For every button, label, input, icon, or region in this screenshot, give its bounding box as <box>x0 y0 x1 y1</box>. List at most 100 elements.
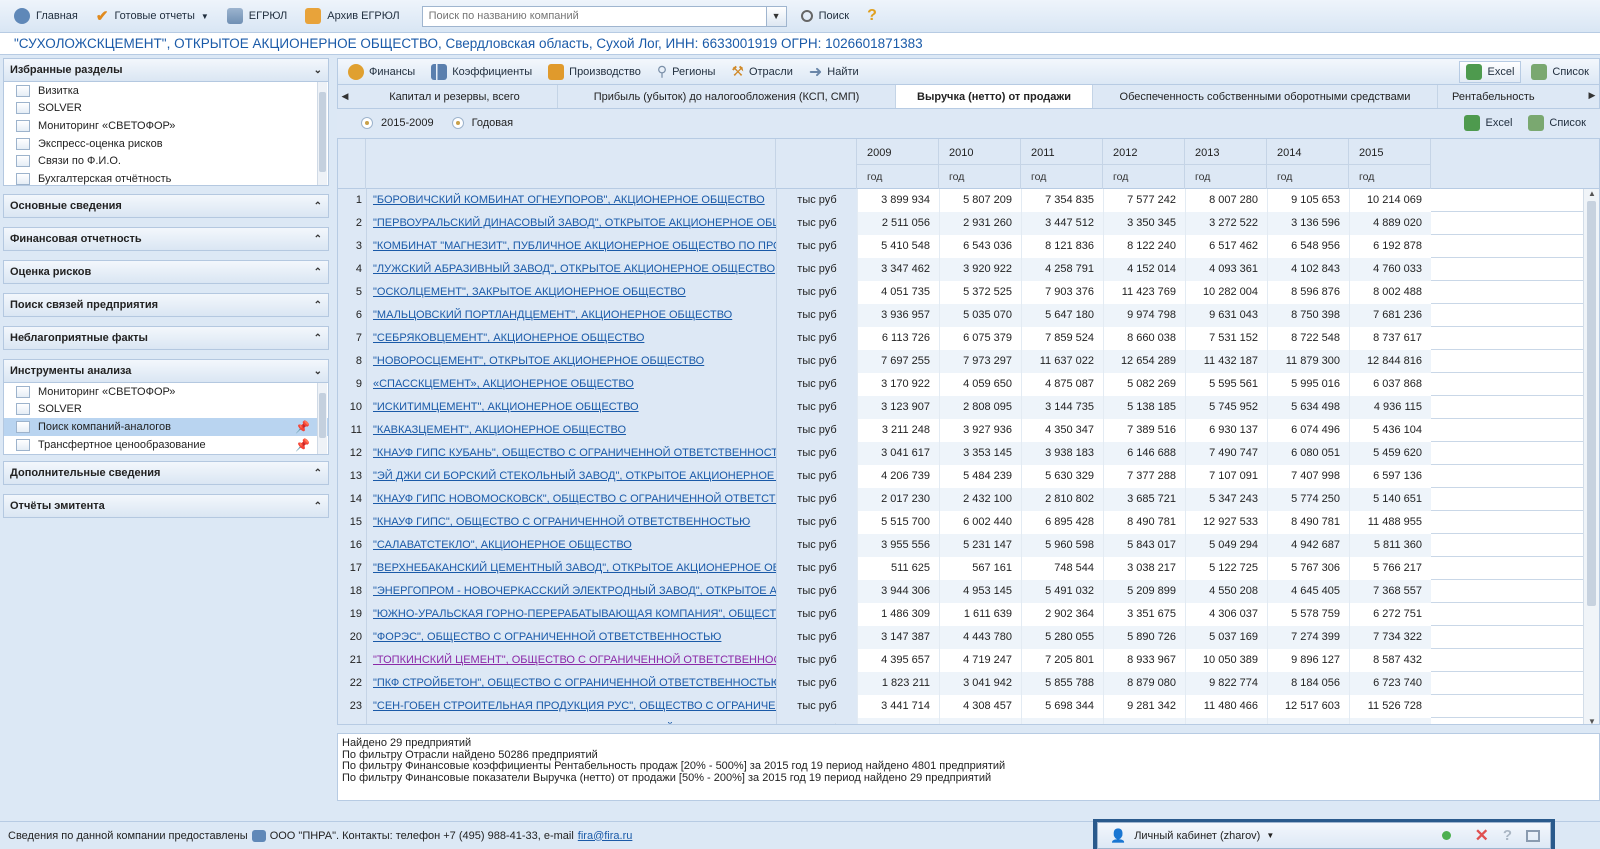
table-row[interactable]: 13 "ЭЙ ДЖИ СИ БОРСКИЙ СТЕКОЛЬНЫЙ ЗАВОД", … <box>338 465 1583 488</box>
company-link[interactable]: "ИСКИТИМЦЕМЕНТ", АКЦИОНЕРНОЕ ОБЩЕСТВО <box>366 396 776 419</box>
search-dropdown-button[interactable]: ▼ <box>765 6 786 26</box>
company-link[interactable]: "КНАУФ ГИПС НОВОМОСКОВСК", ОБЩЕСТВО С ОГ… <box>366 488 776 511</box>
find-button[interactable]: ➜ Найти <box>809 62 859 82</box>
table-row[interactable]: 20 "ФОРЭС", ОБЩЕСТВО С ОГРАНИЧЕННОЙ ОТВЕТ… <box>338 626 1583 649</box>
table-row[interactable]: 4 "ЛУЖСКИЙ АБРАЗИВНЫЙ ЗАВОД", ОТКРЫТОЕ АК… <box>338 258 1583 281</box>
archive-egrul-button[interactable]: Архив ЕГРЮЛ <box>305 8 400 24</box>
favorites-item[interactable]: Визитка <box>4 82 328 100</box>
favorites-item[interactable]: Экспресс-оценка рисков <box>4 135 328 153</box>
excel-export-button-2[interactable]: Excel <box>1458 112 1518 134</box>
cabinet-label[interactable]: Личный кабинет (zharov) <box>1134 830 1260 842</box>
list-export-button[interactable]: Список <box>1525 61 1595 83</box>
table-row[interactable]: 2 "ПЕРВОУРАЛЬСКИЙ ДИНАСОВЫЙ ЗАВОД", ОТКРЫ… <box>338 212 1583 235</box>
header-year-col[interactable]: 2010 год <box>939 139 1021 189</box>
table-row[interactable]: 22 "ПКФ СТРОЙБЕТОН", ОБЩЕСТВО С ОГРАНИЧЕН… <box>338 672 1583 695</box>
header-year-col[interactable]: 2009 год <box>857 139 939 189</box>
favorites-scrollbar[interactable] <box>317 82 327 185</box>
tools-scrollbar[interactable] <box>317 383 327 454</box>
company-link[interactable]: "ЛУЖСКИЙ АБРАЗИВНЫЙ ЗАВОД", ОТКРЫТОЕ АКЦ… <box>366 258 776 281</box>
tab-working-capital[interactable]: Обеспеченность собственными оборотными с… <box>1093 85 1438 108</box>
company-link[interactable]: "КНАУФ ГИПС КУБАНЬ", ОБЩЕСТВО С ОГРАНИЧЕ… <box>366 442 776 465</box>
table-row[interactable]: 24"ХЕНКЕЛЬ БАУТЕХНИК", ОБЩЕСТВО С ОГРАНИ… <box>338 718 1583 724</box>
favorites-item[interactable]: SOLVER <box>4 100 328 118</box>
header-year-col[interactable]: 2015 год <box>1349 139 1431 189</box>
header-year-col[interactable]: 2013 год <box>1185 139 1267 189</box>
company-link[interactable]: "ХЕНКЕЛЬ БАУТЕХНИК", ОБЩЕСТВО С ОГРАНИЧЕ… <box>366 718 776 724</box>
table-row[interactable]: 8 "НОВОРОСЦЕМЕНТ", ОТКРЫТОЕ АКЦИОНЕРНОЕ О… <box>338 350 1583 373</box>
header-year-col[interactable]: 2011 год <box>1021 139 1103 189</box>
regions-button[interactable]: ⚲ Регионы <box>657 63 716 80</box>
company-link[interactable]: "ЭЙ ДЖИ СИ БОРСКИЙ СТЕКОЛЬНЫЙ ЗАВОД", ОТ… <box>366 465 776 488</box>
company-link[interactable]: "МАЛЬЦОВСКИЙ ПОРТЛАНДЦЕМЕНТ", АКЦИОНЕРНО… <box>366 304 776 327</box>
search-button[interactable]: Поиск <box>800 10 849 22</box>
help-icon[interactable]: ? <box>1503 827 1512 844</box>
tools-header[interactable]: Инструменты анализа ⌄ <box>3 359 329 383</box>
company-link[interactable]: "ПКФ СТРОЙБЕТОН", ОБЩЕСТВО С ОГРАНИЧЕННО… <box>366 672 776 695</box>
table-row[interactable]: 11 "КАВКАЗЦЕМЕНТ", АКЦИОНЕРНОЕ ОБЩЕСТВО ты… <box>338 419 1583 442</box>
table-row[interactable]: 21 "ТОПКИНСКИЙ ЦЕМЕНТ", ОБЩЕСТВО С ОГРАНИ… <box>338 649 1583 672</box>
company-link[interactable]: "НОВОРОСЦЕМЕНТ", ОТКРЫТОЕ АКЦИОНЕРНОЕ ОБ… <box>366 350 776 373</box>
header-year-col[interactable]: 2012 год <box>1103 139 1185 189</box>
dropdown-arrow-icon[interactable]: ▼ <box>1266 831 1274 840</box>
period-range-radio[interactable] <box>361 117 373 129</box>
company-link[interactable]: "ВЕРХНЕБАКАНСКИЙ ЦЕМЕНТНЫЙ ЗАВОД", ОТКРЫ… <box>366 557 776 580</box>
reports-button[interactable]: ✔ Готовые отчеты ▼ <box>96 7 209 25</box>
links-header[interactable]: Поиск связей предприятия ⌃ <box>3 293 329 317</box>
table-row[interactable]: 23 "СЕН-ГОБЕН СТРОИТЕЛЬНАЯ ПРОДУКЦИЯ РУС"… <box>338 695 1583 718</box>
company-link[interactable]: "ПЕРВОУРАЛЬСКИЙ ДИНАСОВЫЙ ЗАВОД", ОТКРЫТ… <box>366 212 776 235</box>
company-link[interactable]: "ЮЖНО-УРАЛЬСКАЯ ГОРНО-ПЕРЕРАБАТЫВАЮЩАЯ К… <box>366 603 776 626</box>
table-row[interactable]: 18 "ЭНЕРГОПРОМ - НОВОЧЕРКАССКИЙ ЭЛЕКТРОДН… <box>338 580 1583 603</box>
company-link[interactable]: "КНАУФ ГИПС", ОБЩЕСТВО С ОГРАНИЧЕННОЙ ОТ… <box>366 511 776 534</box>
tab-capital[interactable]: Капитал и резервы, всего <box>352 85 558 108</box>
company-link[interactable]: "ФОРЭС", ОБЩЕСТВО С ОГРАНИЧЕННОЙ ОТВЕТСТ… <box>366 626 776 649</box>
company-link[interactable]: "ТОПКИНСКИЙ ЦЕМЕНТ", ОБЩЕСТВО С ОГРАНИЧЕ… <box>366 649 776 672</box>
table-row[interactable]: 15 "КНАУФ ГИПС", ОБЩЕСТВО С ОГРАНИЧЕННОЙ … <box>338 511 1583 534</box>
tab-scroll-left-icon[interactable]: ◀ <box>338 91 352 102</box>
header-year-col[interactable]: 2014 год <box>1267 139 1349 189</box>
issuer-header[interactable]: Отчёты эмитента ⌃ <box>3 494 329 518</box>
favorites-item[interactable]: Связи по Ф.И.О. <box>4 152 328 170</box>
tab-profitability[interactable]: Рентабельность <box>1438 85 1549 108</box>
tab-profit[interactable]: Прибыль (убыток) до налогообложения (КСП… <box>558 85 896 108</box>
table-row[interactable]: 7 "СЕБРЯКОВЦЕМЕНТ", АКЦИОНЕРНОЕ ОБЩЕСТВО т… <box>338 327 1583 350</box>
tab-revenue[interactable]: Выручка (нетто) от продажи <box>896 85 1093 108</box>
coeffs-button[interactable]: Коэффициенты <box>431 63 532 80</box>
table-row[interactable]: 16 "САЛАВАТСТЕКЛО", АКЦИОНЕРНОЕ ОБЩЕСТВО т… <box>338 534 1583 557</box>
period-annual-radio[interactable] <box>451 117 464 129</box>
table-row[interactable]: 9 «СПАССКЦЕМЕНТ», АКЦИОНЕРНОЕ ОБЩЕСТВО тыс… <box>338 373 1583 396</box>
close-icon[interactable]: ✕ <box>1475 826 1489 846</box>
industries-button[interactable]: ⚒ Отрасли <box>731 63 792 80</box>
company-link[interactable]: "КАВКАЗЦЕМЕНТ", АКЦИОНЕРНОЕ ОБЩЕСТВО <box>366 419 776 442</box>
table-scrollbar[interactable]: ▲ ▼ <box>1583 189 1599 724</box>
company-link[interactable]: "КОМБИНАТ "МАГНЕЗИТ", ПУБЛИЧНОЕ АКЦИОНЕР… <box>366 235 776 258</box>
list-export-button-2[interactable]: Список <box>1522 112 1592 134</box>
company-search-input[interactable] <box>422 6 766 26</box>
table-row[interactable]: 17 "ВЕРХНЕБАКАНСКИЙ ЦЕМЕНТНЫЙ ЗАВОД", ОТК… <box>338 557 1583 580</box>
tools-item[interactable]: Мониторинг «СВЕТОФОР» <box>4 383 328 401</box>
table-row[interactable]: 6 "МАЛЬЦОВСКИЙ ПОРТЛАНДЦЕМЕНТ", АКЦИОНЕРН… <box>338 304 1583 327</box>
favorites-item[interactable]: Бухгалтерская отчётность <box>4 170 328 185</box>
table-row[interactable]: 12 "КНАУФ ГИПС КУБАНЬ", ОБЩЕСТВО С ОГРАНИ… <box>338 442 1583 465</box>
risk-header[interactable]: Оценка рисков ⌃ <box>3 260 329 284</box>
table-row[interactable]: 10 "ИСКИТИМЦЕМЕНТ", АКЦИОНЕРНОЕ ОБЩЕСТВО т… <box>338 396 1583 419</box>
tools-item[interactable]: Трансфертное ценообразование 📌 <box>4 436 328 454</box>
table-row[interactable]: 1 "БОРОВИЧСКИЙ КОМБИНАТ ОГНЕУПОРОВ", АКЦИ… <box>338 189 1583 212</box>
adverse-header[interactable]: Неблагоприятные факты ⌃ <box>3 326 329 350</box>
company-link[interactable]: "БОРОВИЧСКИЙ КОМБИНАТ ОГНЕУПОРОВ", АКЦИО… <box>366 189 776 212</box>
company-link[interactable]: "ЭНЕРГОПРОМ - НОВОЧЕРКАССКИЙ ЭЛЕКТРОДНЫЙ… <box>366 580 776 603</box>
company-link[interactable]: «СПАССКЦЕМЕНТ», АКЦИОНЕРНОЕ ОБЩЕСТВО <box>366 373 776 396</box>
favorites-header[interactable]: Избранные разделы ⌄ <box>3 58 329 82</box>
production-button[interactable]: Производство <box>548 63 641 80</box>
table-row[interactable]: 5 "ОСКОЛЦЕМЕНТ", ЗАКРЫТОЕ АКЦИОНЕРНОЕ ОБЩ… <box>338 281 1583 304</box>
company-link[interactable]: "СЕБРЯКОВЦЕМЕНТ", АКЦИОНЕРНОЕ ОБЩЕСТВО <box>366 327 776 350</box>
table-row[interactable]: 19 "ЮЖНО-УРАЛЬСКАЯ ГОРНО-ПЕРЕРАБАТЫВАЮЩАЯ… <box>338 603 1583 626</box>
tools-item[interactable]: SOLVER <box>4 401 328 419</box>
help-button[interactable]: ? <box>867 7 877 25</box>
additional-header[interactable]: Дополнительные сведения ⌃ <box>3 461 329 485</box>
home-button[interactable]: Главная <box>14 8 78 24</box>
company-link[interactable]: "СЕН-ГОБЕН СТРОИТЕЛЬНАЯ ПРОДУКЦИЯ РУС", … <box>366 695 776 718</box>
table-row[interactable]: 3 "КОМБИНАТ "МАГНЕЗИТ", ПУБЛИЧНОЕ АКЦИОНЕ… <box>338 235 1583 258</box>
footer-email-link[interactable]: fira@fira.ru <box>578 830 633 842</box>
company-link[interactable]: "САЛАВАТСТЕКЛО", АКЦИОНЕРНОЕ ОБЩЕСТВО <box>366 534 776 557</box>
tab-scroll-right-icon[interactable]: ▶ <box>1585 90 1599 101</box>
